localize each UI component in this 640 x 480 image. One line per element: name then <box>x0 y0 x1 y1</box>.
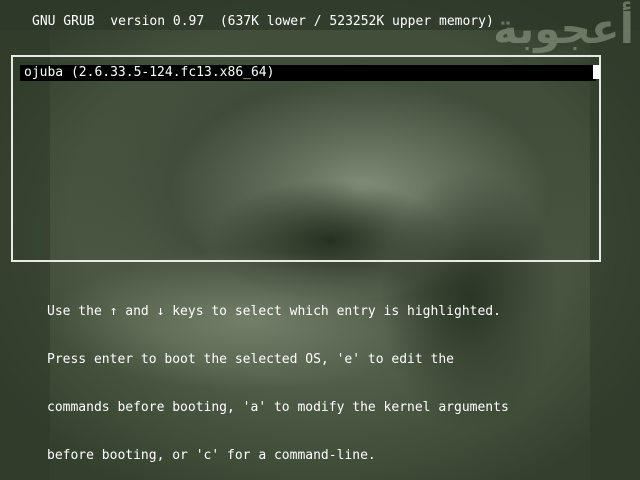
boot-menu: ojuba (2.6.33.5-124.fc13.x86_64) <box>11 55 601 262</box>
help-line: Press enter to boot the selected OS, 'e'… <box>47 352 454 367</box>
ojuba-logo: أعجوبة <box>493 4 634 53</box>
boot-entry-ojuba[interactable]: ojuba (2.6.33.5-124.fc13.x86_64) <box>20 65 596 81</box>
help-line: Use the ↑ and ↓ keys to select which ent… <box>47 304 501 319</box>
cursor-marker <box>593 65 600 79</box>
help-line: before booting, or 'c' for a command-lin… <box>47 448 376 463</box>
help-text: Use the ↑ and ↓ keys to select which ent… <box>47 272 509 480</box>
grub-version-header: GNU GRUB version 0.97 (637K lower / 5232… <box>32 14 494 29</box>
help-line: commands before booting, 'a' to modify t… <box>47 400 509 415</box>
